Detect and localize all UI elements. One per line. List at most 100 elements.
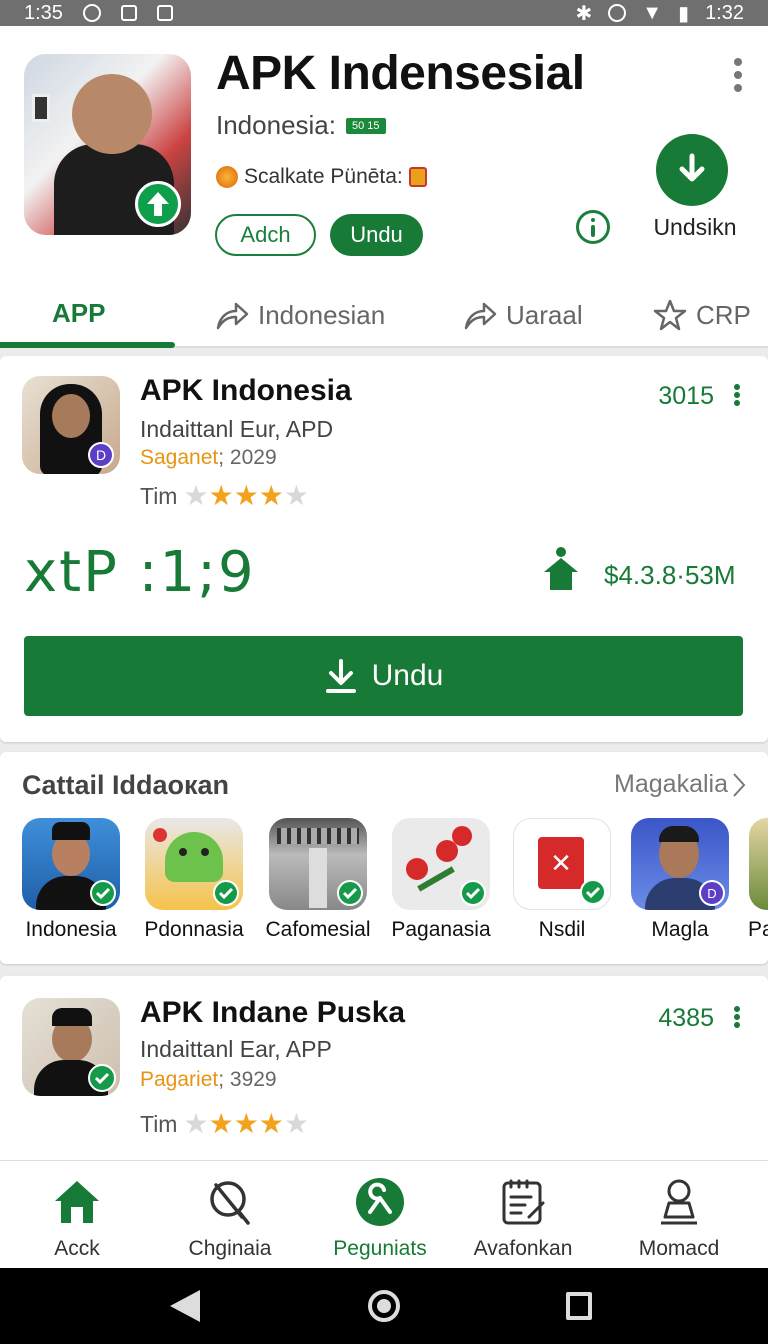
app-tile-label: Pa (748, 918, 768, 941)
share-arrow-icon (464, 302, 497, 330)
download-button-label: Undu (371, 659, 444, 692)
add-button[interactable]: Adch (215, 214, 316, 256)
app-hero-image (24, 54, 191, 235)
nav-games[interactable]: Peguniats (305, 1175, 455, 1261)
section-title: Cattail Iddaoкan (22, 770, 230, 800)
app-avatar (22, 998, 120, 1096)
download-label: Undsikn (653, 214, 737, 240)
nav-label: Momacd (638, 1237, 720, 1260)
back-icon[interactable] (170, 1290, 200, 1322)
upload-arrow-icon (135, 181, 181, 227)
install-button[interactable]: Undu (330, 214, 423, 256)
avatar-face (52, 394, 90, 438)
card-count: 4385 (658, 1004, 714, 1032)
app-tile-icon: D (631, 818, 729, 910)
app-tile-cafomesial[interactable]: Cafomesial (258, 818, 378, 942)
search-icon (155, 1175, 305, 1229)
app-subtitle-text: Indonesia: (216, 110, 336, 140)
tab-label: Uaraal (506, 299, 583, 330)
download-circle-button[interactable] (656, 134, 728, 206)
alarm-icon (82, 4, 101, 22)
subtitle-badge: 50 15 (345, 117, 386, 134)
clock-icon (608, 4, 627, 22)
publisher-name: Pagariet (140, 1068, 219, 1091)
nav-label: Avafonkan (473, 1237, 573, 1260)
card-rating: Tim ★★★★★ (140, 1110, 309, 1139)
purple-badge-icon: D (88, 442, 114, 468)
app-tile-pdonnasia[interactable]: Pdonnasia (134, 818, 254, 942)
star-empty-icon: ★ (183, 480, 209, 511)
app-tile-label: Magla (651, 918, 709, 941)
rating-label: Tim (140, 1111, 178, 1137)
chevron-right-icon (733, 772, 746, 797)
system-navigation-bar (0, 1268, 768, 1344)
tab-app[interactable]: APP (52, 298, 105, 329)
card-more-icon[interactable] (734, 384, 740, 406)
check-badge-icon (90, 880, 116, 906)
nav-label: Acck (54, 1237, 100, 1260)
purple-badge-icon: D (699, 880, 725, 906)
star-filled-icon: ★ (258, 1108, 284, 1139)
tab-crp[interactable]: CRP (652, 298, 751, 332)
rating-stars: ★★★★★ (183, 482, 309, 511)
status-time: 1:35 (24, 1, 63, 24)
app-size: $4.3.8·53M (604, 560, 736, 590)
app-tile-icon (749, 818, 768, 910)
profile-icon (604, 1175, 754, 1229)
tab-indonesian[interactable]: Indonesian (214, 298, 385, 332)
app-tile-indonesia[interactable]: Indonesia (11, 818, 131, 942)
app-list-card[interactable]: APK Indane Puska Indaittanl Ear, APP Pag… (0, 976, 768, 1166)
tab-uaraal[interactable]: Uaraal (462, 298, 583, 332)
featured-app-card[interactable]: D APK Indonesia Indaittanl Eur, APD Saga… (0, 356, 768, 742)
tab-bar: APP Indonesian Uaraal CRP (0, 284, 768, 348)
home-button-icon[interactable] (368, 1290, 400, 1322)
download-button[interactable]: Undu (24, 636, 743, 716)
app-tile-icon (392, 818, 490, 910)
card-count: 3015 (658, 382, 714, 410)
notification-icon (120, 5, 137, 21)
app-tile-magla[interactable]: D Magla (620, 818, 740, 942)
app-tile-icon (269, 818, 367, 910)
download-icon (325, 659, 356, 693)
notification-icon-2 (156, 5, 173, 21)
nav-label: Peguniats (333, 1237, 427, 1260)
bottom-navigation: Acck Chginaia Peguniats Avafonkan Momacd (0, 1160, 768, 1268)
card-more-icon[interactable] (734, 1006, 740, 1028)
bluetooth-icon: ✱ (575, 2, 593, 25)
app-subtitle: Indonesia: 50 15 (216, 110, 386, 141)
tab-label: CRP (696, 299, 751, 330)
card-rating: Tim ★★★★★ (140, 482, 309, 511)
app-tile-icon: ✕ (513, 818, 611, 910)
nav-profile[interactable]: Momacd (604, 1175, 754, 1261)
card-publisher: Saganet; 2029 (140, 446, 277, 470)
wall-frame (32, 94, 50, 122)
nav-search[interactable]: Chginaia (155, 1175, 305, 1261)
more-options-icon[interactable] (734, 58, 742, 92)
app-tile-icon (22, 818, 120, 910)
check-badge-icon (337, 880, 363, 906)
publisher-year: ; 3929 (218, 1068, 277, 1091)
check-badge-icon (580, 879, 606, 905)
app-tile-partial[interactable]: Pa (738, 818, 768, 942)
section-more-link[interactable]: Magakalia (614, 770, 746, 799)
app-tile-label: Nsdil (538, 918, 586, 941)
tab-label: Indonesian (258, 299, 386, 330)
sun-icon (216, 166, 238, 188)
card-publisher: Pagariet; 3929 (140, 1068, 277, 1092)
app-tile-paganasia[interactable]: Paganasia (381, 818, 501, 942)
publisher-name: Saganet (140, 446, 219, 469)
rating-stars: ★★★★★ (183, 1110, 309, 1139)
wifi-icon: ▼ (642, 1, 663, 24)
check-badge-icon (460, 880, 486, 906)
nav-home[interactable]: Acck (2, 1175, 152, 1261)
app-meta: Scalkate Pünēta: (216, 165, 427, 189)
info-icon[interactable] (576, 210, 610, 244)
flag-icon (408, 167, 427, 187)
star-empty-icon: ★ (283, 480, 310, 511)
app-header: APK Indensesial Indonesia: 50 15 Scalkat… (0, 26, 768, 348)
status-bar: 1:35 ✱ ▼ ▮ 1:32 (0, 0, 768, 26)
star-empty-icon: ★ (183, 1108, 209, 1139)
app-tile-nsdil[interactable]: ✕ Nsdil (502, 818, 622, 942)
nav-library[interactable]: Avafonkan (448, 1175, 598, 1261)
recent-apps-icon[interactable] (566, 1292, 592, 1320)
